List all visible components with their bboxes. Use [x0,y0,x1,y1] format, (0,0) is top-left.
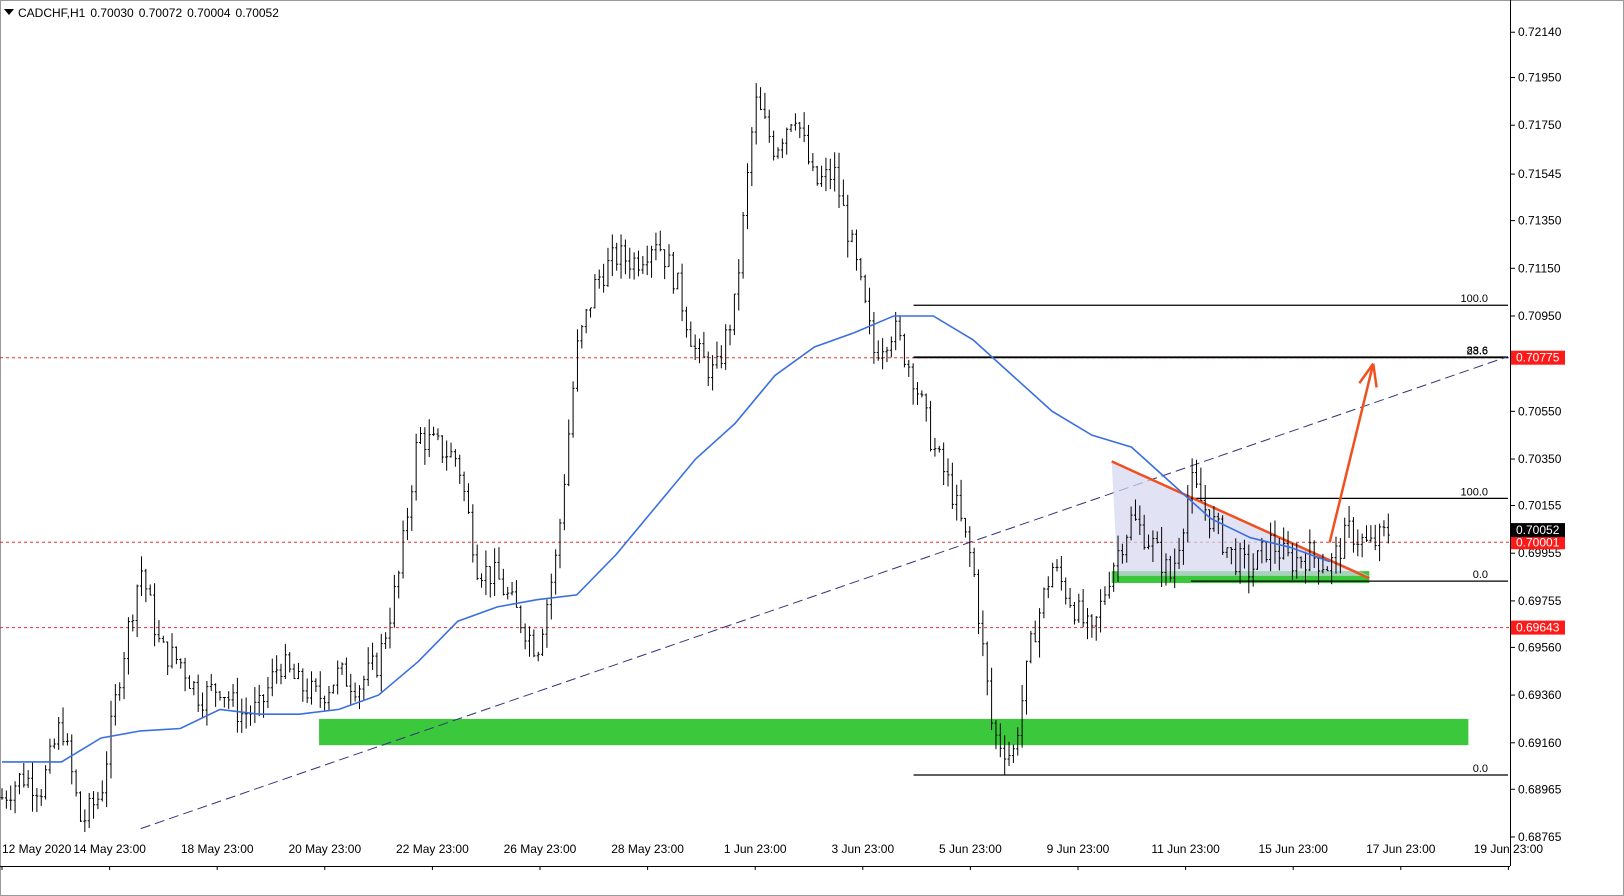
y-tick-label: 0.71545 [1518,167,1562,181]
x-tick-label: 9 Jun 23:00 [1047,842,1110,856]
level-tag-1-text: 0.70001 [1516,535,1560,549]
price-chart[interactable]: 100.00.023.688.6100.00.0 0.721400.719500… [0,0,1624,896]
y-tick-label: 0.68965 [1518,782,1562,796]
dropdown-triangle-icon[interactable] [4,9,14,15]
fib-label-2-1: 0.0 [1473,569,1488,581]
fib-label-1-1: 88.6 [1467,345,1488,357]
x-tick-label: 17 Jun 23:00 [1366,842,1436,856]
y-tick-label: 0.70950 [1518,309,1562,323]
x-tick-label: 15 Jun 23:00 [1258,842,1328,856]
x-tick-label: 28 May 23:00 [611,842,684,856]
x-tick-label: 11 Jun 23:00 [1151,842,1220,856]
open-value: 0.70030 [90,6,134,20]
level-tag-0-text: 0.70775 [1516,351,1560,365]
chart-frame [0,0,1624,896]
fib-label-2-0: 100.0 [1460,486,1488,498]
symbol-label: CADCHF,H1 [18,6,86,20]
support-zone-0 [319,718,1469,746]
x-tick-label: 3 Jun 23:00 [831,842,894,856]
last-price-tag-text: 0.70052 [1516,523,1560,537]
close-value: 0.70052 [235,6,279,20]
y-tick-label: 0.71350 [1518,214,1562,228]
y-tick-label: 0.69755 [1518,594,1562,608]
fib-label-0-1: 0.0 [1473,763,1488,775]
x-tick-label: 1 Jun 23:00 [724,842,787,856]
y-tick-label: 0.70155 [1518,499,1562,513]
high-value: 0.70072 [138,6,183,20]
y-tick-label: 0.69160 [1518,736,1562,750]
chart-header: CADCHF,H1 0.70030 0.70072 0.70004 0.70052 [4,6,284,20]
y-tick-label: 0.70550 [1518,404,1562,418]
x-tick-label: 5 Jun 23:00 [939,842,1002,856]
low-value: 0.70004 [187,6,231,20]
x-tick-label: 12 May 2020 [2,842,72,856]
y-tick-label: 0.71750 [1518,118,1562,132]
x-tick-label: 19 Jun 23:00 [1474,842,1544,856]
y-tick-label: 0.69560 [1518,640,1562,654]
x-tick-label: 18 May 23:00 [181,842,254,856]
x-tick-label: 20 May 23:00 [288,842,361,856]
x-tick-label: 14 May 23:00 [73,842,146,856]
level-tag-2-text: 0.69643 [1516,621,1560,635]
x-tick-label: 22 May 23:00 [396,842,469,856]
fib-label-0-0: 100.0 [1460,293,1488,305]
y-tick-label: 0.69360 [1518,688,1562,702]
y-tick-label: 0.71150 [1518,261,1561,275]
y-tick-label: 0.71950 [1518,71,1562,85]
y-tick-label: 0.72140 [1518,25,1562,39]
x-tick-label: 26 May 23:00 [504,842,577,856]
y-tick-label: 0.70350 [1518,452,1562,466]
